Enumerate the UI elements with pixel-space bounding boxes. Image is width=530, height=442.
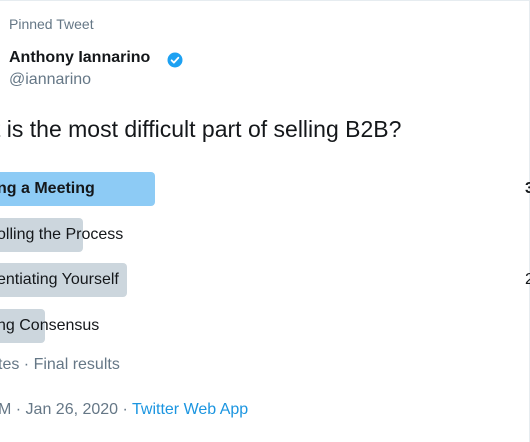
author-name[interactable]: Anthony Iannarino: [9, 49, 150, 67]
poll-percent-3: 2: [525, 271, 530, 288]
tweet-question: t is the most difficult part of selling …: [0, 116, 402, 142]
poll-percent-1: 3: [525, 180, 530, 197]
card-top-border: [0, 0, 530, 1]
source-link[interactable]: Twitter Web App: [132, 401, 248, 418]
poll-option-1: ng a Meeting: [0, 180, 95, 197]
poll-status: tes · Final results: [0, 356, 120, 373]
poll-option-2: olling the Process: [0, 226, 124, 243]
pinned-tweet-label: Pinned Tweet: [9, 16, 94, 32]
poll-option-4: ng Consensus: [0, 317, 100, 334]
poll-option-3: entiating Yourself: [0, 271, 119, 288]
verified-badge-icon: [167, 52, 183, 68]
tweet-meta: M · Jan 26, 2020 · Twitter Web App: [0, 401, 248, 419]
author-handle[interactable]: @iannarino: [9, 71, 91, 89]
tweet-timestamp[interactable]: M · Jan 26, 2020 ·: [0, 401, 132, 418]
